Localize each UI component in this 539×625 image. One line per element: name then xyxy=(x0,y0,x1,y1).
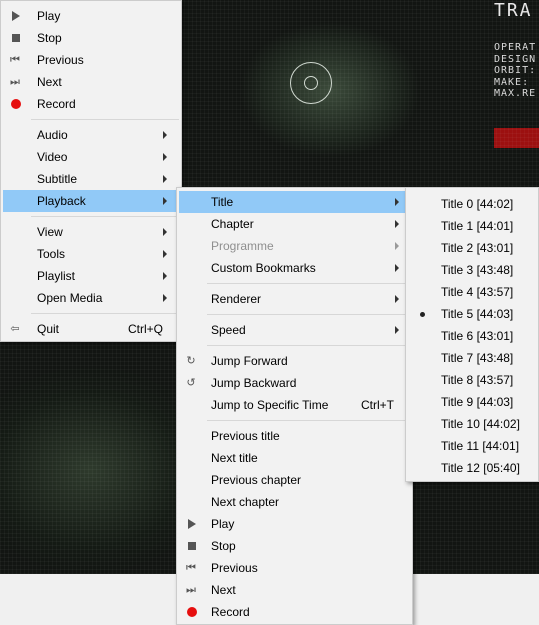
menu-item-playback[interactable]: Playback xyxy=(3,190,179,212)
menu-item-previous-chapter[interactable]: Previous chapter xyxy=(179,469,410,491)
submenu-arrow-icon xyxy=(393,235,401,257)
play-icon xyxy=(183,513,199,535)
menu-item-next[interactable]: ⏭ Next xyxy=(179,579,410,601)
menu-item-previous[interactable]: ⏮ Previous xyxy=(179,557,410,579)
menu-item-previous[interactable]: ⏮ Previous xyxy=(3,49,179,71)
menu-item-play[interactable]: Play xyxy=(3,5,179,27)
exit-icon: ⇦ xyxy=(10,323,20,335)
menu-separator xyxy=(207,420,410,421)
record-icon xyxy=(183,601,199,623)
title-item-selected[interactable]: Title 5 [44:03] xyxy=(408,303,536,325)
submenu-arrow-icon xyxy=(393,257,401,279)
hud-red-block xyxy=(494,128,539,148)
jump-forward-icon: ↻ xyxy=(186,355,196,367)
title-item[interactable]: Title 7 [43:48] xyxy=(408,347,536,369)
stop-icon xyxy=(7,27,23,49)
submenu-arrow-icon xyxy=(393,319,401,341)
previous-icon: ⏮ xyxy=(186,562,196,574)
stop-icon xyxy=(183,535,199,557)
submenu-arrow-icon xyxy=(161,146,169,168)
menu-item-speed[interactable]: Speed xyxy=(179,319,410,341)
hud-text: OPERAT DESIGN ORBIT: MAKE: MAX.RE xyxy=(494,42,537,99)
title-item[interactable]: Title 2 [43:01] xyxy=(408,237,536,259)
menu-item-record[interactable]: Record xyxy=(3,93,179,115)
menu-item-tools[interactable]: Tools xyxy=(3,243,179,265)
menu-item-subtitle[interactable]: Subtitle xyxy=(3,168,179,190)
record-icon xyxy=(7,93,23,115)
menu-item-next-chapter[interactable]: Next chapter xyxy=(179,491,410,513)
menu-item-record[interactable]: Record xyxy=(179,601,410,623)
menu-item-next[interactable]: ⏭ Next xyxy=(3,71,179,93)
menu-separator xyxy=(31,313,179,314)
title-item[interactable]: Title 1 [44:01] xyxy=(408,215,536,237)
menu-item-playlist[interactable]: Playlist xyxy=(3,265,179,287)
submenu-arrow-icon xyxy=(161,221,169,243)
menu-item-title[interactable]: Title xyxy=(179,191,410,213)
menu-item-custom-bookmarks[interactable]: Custom Bookmarks xyxy=(179,257,410,279)
hud-title: TRA xyxy=(494,0,533,21)
menu-item-stop[interactable]: Stop xyxy=(179,535,410,557)
submenu-arrow-icon xyxy=(393,288,401,310)
main-context-menu: Play Stop ⏮ Previous ⏭ Next Record Audio… xyxy=(0,0,182,342)
submenu-arrow-icon xyxy=(161,124,169,146)
menu-separator xyxy=(31,216,179,217)
title-item[interactable]: Title 6 [43:01] xyxy=(408,325,536,347)
menu-item-quit[interactable]: ⇦ Quit Ctrl+Q xyxy=(3,318,179,340)
menu-item-previous-title[interactable]: Previous title xyxy=(179,425,410,447)
next-icon: ⏭ xyxy=(10,76,20,88)
title-item[interactable]: Title 0 [44:02] xyxy=(408,193,536,215)
playback-submenu: Title Chapter Programme Custom Bookmarks… xyxy=(176,187,413,625)
title-item[interactable]: Title 10 [44:02] xyxy=(408,413,536,435)
title-item[interactable]: Title 12 [05:40] xyxy=(408,457,536,479)
submenu-arrow-icon xyxy=(161,243,169,265)
reticle-icon xyxy=(290,62,332,104)
menu-item-jump-backward[interactable]: ↺ Jump Backward xyxy=(179,372,410,394)
menu-item-chapter[interactable]: Chapter xyxy=(179,213,410,235)
menu-item-jump-forward[interactable]: ↻ Jump Forward xyxy=(179,350,410,372)
submenu-arrow-icon xyxy=(161,190,169,212)
menu-item-renderer[interactable]: Renderer xyxy=(179,288,410,310)
menu-item-jump-to-time[interactable]: Jump to Specific Time Ctrl+T xyxy=(179,394,410,416)
title-item[interactable]: Title 11 [44:01] xyxy=(408,435,536,457)
menu-separator xyxy=(207,314,410,315)
title-item[interactable]: Title 8 [43:57] xyxy=(408,369,536,391)
submenu-arrow-icon xyxy=(161,265,169,287)
title-item[interactable]: Title 4 [43:57] xyxy=(408,281,536,303)
menu-item-open-media[interactable]: Open Media xyxy=(3,287,179,309)
title-item[interactable]: Title 3 [43:48] xyxy=(408,259,536,281)
menu-item-programme[interactable]: Programme xyxy=(179,235,410,257)
menu-item-audio[interactable]: Audio xyxy=(3,124,179,146)
play-icon xyxy=(7,5,23,27)
jump-backward-icon: ↺ xyxy=(186,377,196,389)
menu-item-video[interactable]: Video xyxy=(3,146,179,168)
reticle-center-icon xyxy=(304,76,318,90)
menu-separator xyxy=(207,345,410,346)
submenu-arrow-icon xyxy=(161,168,169,190)
selected-bullet-icon xyxy=(412,303,428,325)
menu-item-view[interactable]: View xyxy=(3,221,179,243)
title-submenu: Title 0 [44:02] Title 1 [44:01] Title 2 … xyxy=(405,187,539,482)
menu-item-next-title[interactable]: Next title xyxy=(179,447,410,469)
submenu-arrow-icon xyxy=(161,287,169,309)
next-icon: ⏭ xyxy=(186,584,196,596)
menu-separator xyxy=(207,283,410,284)
menu-item-play[interactable]: Play xyxy=(179,513,410,535)
submenu-arrow-icon xyxy=(393,213,401,235)
previous-icon: ⏮ xyxy=(10,54,20,66)
title-item[interactable]: Title 9 [44:03] xyxy=(408,391,536,413)
submenu-arrow-icon xyxy=(393,191,401,213)
menu-item-stop[interactable]: Stop xyxy=(3,27,179,49)
menu-separator xyxy=(31,119,179,120)
